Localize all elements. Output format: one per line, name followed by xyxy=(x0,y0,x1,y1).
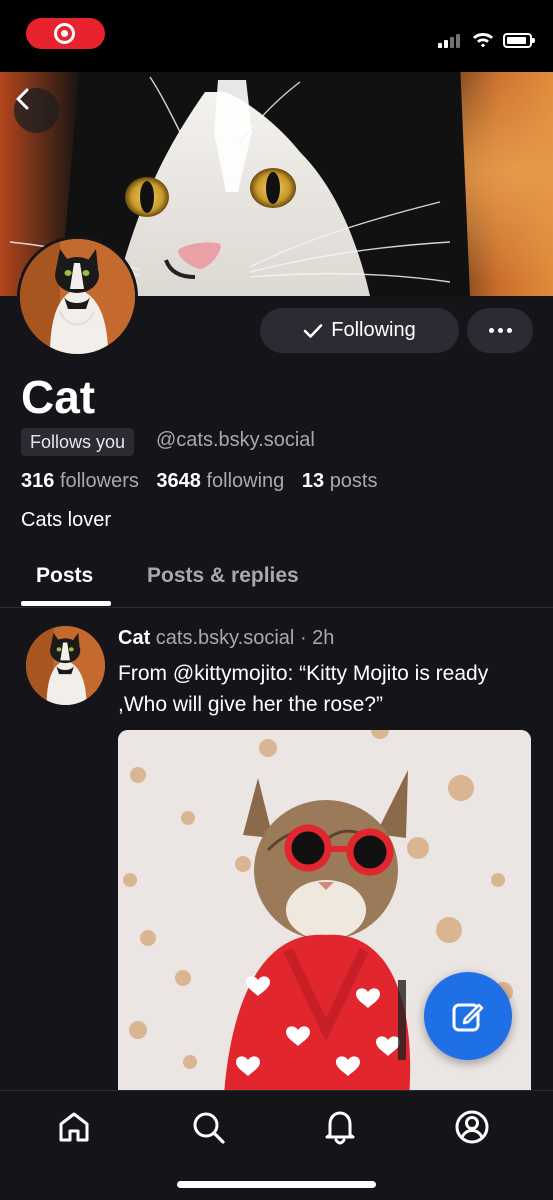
nav-notifications[interactable] xyxy=(320,1107,360,1147)
following-button[interactable]: Following xyxy=(260,308,459,353)
nav-search[interactable] xyxy=(188,1107,228,1147)
avatar-cat-photo xyxy=(20,239,135,354)
following-stat[interactable]: 3648 following xyxy=(156,470,284,492)
more-options-button[interactable] xyxy=(467,308,533,353)
post-avatar-cat-photo xyxy=(26,626,105,705)
post-timestamp[interactable]: 2h xyxy=(312,627,334,649)
profile-handle[interactable]: @cats.bsky.social xyxy=(156,429,315,452)
post-text: From @kittymojito: “Kitty Mojito is read… xyxy=(118,662,489,716)
tab-posts-and-replies[interactable]: Posts & replies xyxy=(147,564,299,588)
profile-stats: 316 followers 3648 following 13 posts xyxy=(21,470,378,493)
post-author-handle[interactable]: cats.bsky.social xyxy=(156,627,295,649)
profile-display-name: Cat xyxy=(21,371,96,423)
profile-icon xyxy=(455,1110,489,1144)
followers-stat[interactable]: 316 followers xyxy=(21,470,139,492)
back-button[interactable] xyxy=(14,88,59,133)
check-icon xyxy=(303,323,323,338)
post-author-avatar[interactable] xyxy=(26,626,105,705)
tab-posts[interactable]: Posts xyxy=(36,564,93,588)
profile-avatar[interactable] xyxy=(17,236,138,357)
wifi-icon xyxy=(473,33,493,48)
posts-stat: 13 posts xyxy=(301,470,378,492)
chevron-left-icon xyxy=(16,88,29,110)
active-tab-indicator xyxy=(21,601,111,606)
status-bar xyxy=(0,0,553,72)
home-icon xyxy=(59,1112,89,1142)
profile-tabs: Posts Posts & replies xyxy=(0,558,553,608)
profile-screen: Following Cat Follows you @cats.bsky.soc… xyxy=(0,72,553,1090)
compose-post-button[interactable] xyxy=(424,972,512,1060)
record-icon xyxy=(54,23,75,44)
ellipsis-icon xyxy=(488,328,512,333)
nav-profile[interactable] xyxy=(452,1107,492,1147)
post-header: Cat cats.bsky.social · 2h xyxy=(118,627,334,650)
battery-icon xyxy=(503,33,535,48)
search-icon xyxy=(193,1112,225,1144)
post-meta-separator: · xyxy=(299,627,307,649)
profile-bio: Cats lover xyxy=(21,509,112,531)
signal-icon xyxy=(438,32,466,48)
following-button-label: Following xyxy=(331,319,416,341)
screen-recording-indicator[interactable] xyxy=(26,18,105,49)
post-author-name[interactable]: Cat xyxy=(118,627,150,649)
nav-home[interactable] xyxy=(54,1107,94,1147)
notifications-icon xyxy=(325,1111,355,1145)
home-indicator[interactable] xyxy=(177,1181,376,1188)
follows-you-badge: Follows you xyxy=(21,428,135,456)
compose-icon xyxy=(452,1003,484,1032)
